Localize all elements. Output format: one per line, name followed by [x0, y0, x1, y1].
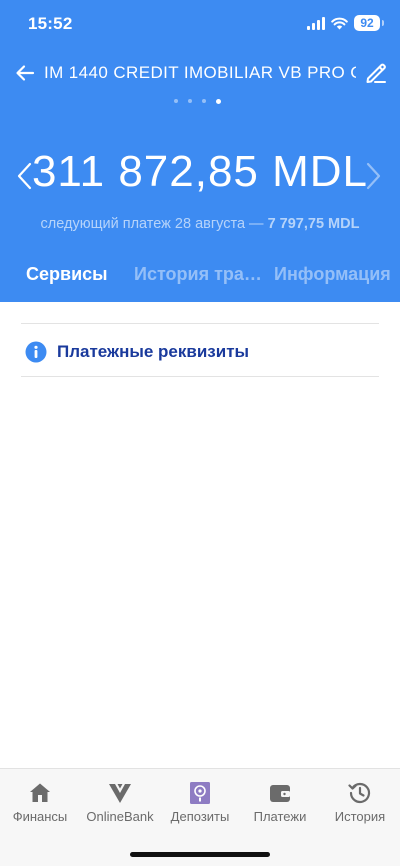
- page-dot: [174, 99, 178, 103]
- nav-deposits-label: Депозиты: [170, 809, 230, 824]
- divider: [21, 323, 379, 324]
- page-dot-active: [216, 98, 221, 104]
- info-icon: [25, 341, 47, 363]
- tab-information[interactable]: Информация: [274, 264, 391, 285]
- nav-deposits[interactable]: Депозиты: [160, 769, 240, 833]
- nav-finances[interactable]: Финансы: [0, 769, 80, 833]
- account-title: IM 1440 CREDIT IMOBILIAR VB PRO C...: [44, 63, 356, 82]
- cellular-signal-icon: [307, 16, 325, 30]
- payment-details-label: Платежные реквизиты: [57, 342, 250, 361]
- page-dot: [202, 99, 206, 103]
- nav-onlinebank-label: OnlineBank: [86, 809, 154, 824]
- top-nav-row: IM 1440 CREDIT IMOBILIAR VB PRO C...: [0, 56, 400, 90]
- balance-row: 311 872,85 MDL: [0, 145, 400, 205]
- home-icon: [30, 783, 50, 802]
- tab-services[interactable]: Сервисы: [26, 264, 108, 285]
- edit-pen-icon[interactable]: [364, 61, 388, 85]
- account-tabs: Сервисы История транзакций Информация: [0, 264, 400, 290]
- home-indicator: [130, 852, 270, 857]
- next-account-chevron-icon[interactable]: [362, 161, 384, 191]
- previous-account-chevron-icon[interactable]: [14, 161, 36, 191]
- next-payment-text: следующий платеж 28 августа —: [40, 216, 268, 232]
- nav-history[interactable]: История: [320, 769, 400, 833]
- status-indicators: 92: [307, 15, 384, 31]
- nav-payments[interactable]: Платежи: [240, 769, 320, 833]
- wifi-icon: [331, 17, 348, 29]
- status-bar: 15:52 92: [0, 0, 400, 48]
- payment-details-row[interactable]: Платежные реквизиты: [21, 338, 379, 366]
- next-payment-amount: 7 797,75 MDL: [267, 216, 360, 232]
- back-arrow-icon[interactable]: [14, 62, 36, 84]
- nav-finances-label: Финансы: [12, 809, 68, 824]
- page-dot: [188, 99, 192, 103]
- account-page-indicator: [174, 98, 221, 104]
- history-clock-icon: [348, 782, 371, 804]
- onlinebank-logo-icon: [109, 784, 131, 803]
- battery-icon: 92: [354, 15, 384, 31]
- tab-transaction-history-label: История транзакций: [134, 264, 264, 284]
- divider: [21, 376, 379, 377]
- nav-history-label: История: [334, 809, 386, 824]
- status-time: 15:52: [28, 14, 73, 33]
- safe-icon: [190, 782, 210, 804]
- balance-amount: 311 872,85 MDL: [31, 147, 369, 196]
- nav-onlinebank[interactable]: OnlineBank: [80, 769, 160, 833]
- next-payment-info: следующий платеж 28 августа — 7 797,75 M…: [0, 216, 400, 232]
- tab-transaction-history[interactable]: История транзакций: [134, 264, 264, 285]
- nav-payments-label: Платежи: [253, 809, 307, 824]
- wallet-icon: [270, 785, 290, 802]
- account-header: 15:52 92 IM 1440 CREDIT IMOBILIAR VB PRO…: [0, 0, 400, 302]
